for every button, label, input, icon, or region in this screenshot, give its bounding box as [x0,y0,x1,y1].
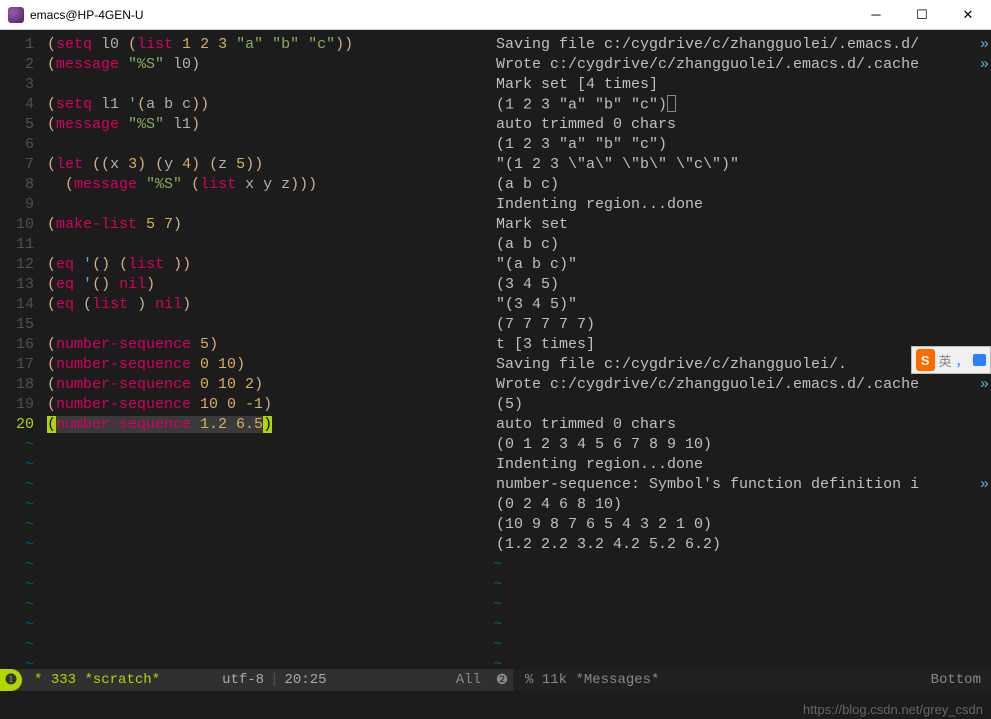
modeline-right[interactable]: ❷ % 11k *Messages* Bottom [491,669,991,691]
editor-area: 1234567891011121314151617181920~~~~~~~~~… [0,30,991,691]
app-icon [8,7,24,23]
modified-indicator: * 333 *scratch* [34,672,160,688]
modeline-left[interactable]: ❶ * 333 *scratch* utf-8 | 20:25 All [0,669,491,691]
modeline: ❶ * 333 *scratch* utf-8 | 20:25 All ❷ % … [0,669,991,691]
scroll-position-right: Bottom [931,672,991,688]
ime-comma-icon: ， [956,351,969,370]
encoding-label: utf-8 [222,672,264,688]
cursor-position: 20:25 [284,672,326,688]
state-badge-icon-inactive: ❷ [491,669,513,691]
ime-toolbar[interactable]: S 英 ， [911,346,991,374]
window-title: emacs@HP-4GEN-U [30,8,853,22]
scratch-buffer-code[interactable]: (setq l0 (list 1 2 3 "a" "b" "c"))(messa… [47,35,491,675]
maximize-button[interactable]: ☐ [899,0,945,30]
modified-indicator-right: % 11k *Messages* [525,672,659,688]
left-pane[interactable]: 1234567891011121314151617181920~~~~~~~~~… [0,30,491,691]
line-number-gutter: 1234567891011121314151617181920~~~~~~~~~… [0,35,42,675]
close-button[interactable]: ✕ [945,0,991,30]
keyboard-icon[interactable] [973,354,986,366]
watermark-text: https://blog.csdn.net/grey_csdn [803,702,983,717]
ime-language[interactable]: 英 [939,351,952,370]
window-titlebar: emacs@HP-4GEN-U ─ ☐ ✕ [0,0,991,30]
scroll-position-left: All [456,672,491,688]
state-badge-icon: ❶ [0,669,22,691]
minimize-button[interactable]: ─ [853,0,899,30]
sogou-icon[interactable]: S [916,349,935,371]
